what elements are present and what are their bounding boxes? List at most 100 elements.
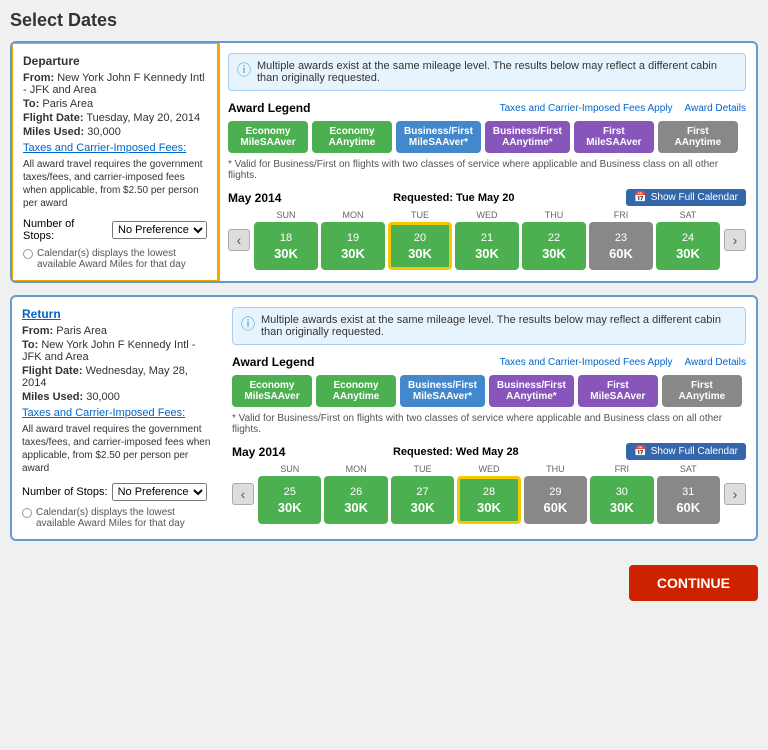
return-legend-economy-aanytime[interactable]: EconomyAAnytime	[316, 375, 396, 407]
calendar-icon: 📅	[634, 192, 646, 203]
footer: CONTINUE	[10, 553, 758, 605]
return-legend-first-aanytime[interactable]: FirstAAnytime	[662, 375, 742, 407]
day-col-fri-r: FRI 3030K	[590, 464, 653, 524]
day-col-sat: SAT 2430K	[656, 210, 720, 270]
legend-business-milesaaver[interactable]: Business/FirstMileSAAver*	[396, 121, 481, 153]
continue-button[interactable]: CONTINUE	[629, 565, 758, 601]
departure-next-button[interactable]: ›	[724, 229, 746, 251]
day-col-tue: TUE 2030K	[388, 210, 452, 270]
departure-miles: Miles Used: 30,000	[23, 126, 207, 138]
day-28-selected[interactable]: 2830K	[457, 476, 520, 524]
legend-first-aanytime[interactable]: FirstAAnytime	[658, 121, 738, 153]
departure-cal-requested: Requested: Tue May 20	[393, 192, 514, 204]
day-25[interactable]: 2530K	[258, 476, 321, 524]
return-fees-text: All award travel requires the government…	[22, 423, 212, 475]
page-title: Select Dates	[10, 10, 758, 31]
departure-fees-link[interactable]: Taxes and Carrier-Imposed Fees:	[23, 142, 207, 154]
day-18[interactable]: 1830K	[254, 222, 318, 270]
return-taxes-link[interactable]: Taxes and Carrier-Imposed Fees Apply	[500, 357, 673, 368]
return-legend-header: Award Legend Taxes and Carrier-Imposed F…	[232, 355, 746, 369]
departure-legend-header: Award Legend Taxes and Carrier-Imposed F…	[228, 101, 746, 115]
return-legend-boxes: EconomyMileSAAver EconomyAAnytime Busine…	[232, 375, 746, 407]
day-24[interactable]: 2430K	[656, 222, 720, 270]
taxes-link[interactable]: Taxes and Carrier-Imposed Fees Apply	[500, 103, 673, 114]
return-legend-title: Award Legend	[232, 355, 314, 369]
departure-calendar-header: May 2014 Requested: Tue May 20 📅 Show Fu…	[228, 189, 746, 206]
return-fees-link[interactable]: Taxes and Carrier-Imposed Fees:	[22, 407, 212, 419]
day-19[interactable]: 1930K	[321, 222, 385, 270]
return-show-full-button[interactable]: 📅 Show Full Calendar	[626, 443, 746, 460]
departure-calendar-grid: ‹ SUN 1830K MON 1930K TUE 2030K WED 2130…	[228, 210, 746, 270]
info-icon: ⓘ	[237, 60, 251, 84]
return-miles: Miles Used: 30,000	[22, 391, 212, 403]
day-26[interactable]: 2630K	[324, 476, 387, 524]
departure-flight-date: Flight Date: Tuesday, May 20, 2014	[23, 112, 207, 124]
day-27[interactable]: 2730K	[391, 476, 454, 524]
return-card: Return From: Paris Area To: New York Joh…	[10, 295, 758, 541]
departure-legend-title: Award Legend	[228, 101, 310, 115]
departure-prev-button[interactable]: ‹	[228, 229, 250, 251]
day-30[interactable]: 3030K	[590, 476, 653, 524]
departure-legend-links: Taxes and Carrier-Imposed Fees Apply Awa…	[500, 103, 746, 114]
day-col-fri: FRI 2360K	[589, 210, 653, 270]
day-col-wed-r: WED 2830K	[457, 464, 520, 524]
day-col-mon-r: MON 2630K	[324, 464, 387, 524]
departure-stops-select[interactable]: No Preference Nonstop 1 Stop	[112, 221, 207, 239]
day-col-mon: MON 1930K	[321, 210, 385, 270]
return-cal-requested: Requested: Wed May 28	[393, 446, 519, 458]
return-right-panel: ⓘ Multiple awards exist at the same mile…	[222, 297, 756, 539]
legend-economy-milesaaver[interactable]: EconomyMileSAAver	[228, 121, 308, 153]
day-22[interactable]: 2230K	[522, 222, 586, 270]
calendar-icon: 📅	[634, 446, 646, 457]
day-20-selected[interactable]: 2030K	[388, 222, 452, 270]
award-details-link[interactable]: Award Details	[684, 103, 746, 114]
day-col-wed: WED 2130K	[455, 210, 519, 270]
day-col-sat-r: SAT 3160K	[657, 464, 720, 524]
day-col-sun: SUN 1830K	[254, 210, 318, 270]
departure-left-panel: Departure From: New York John F Kennedy …	[10, 41, 220, 283]
return-legend-links: Taxes and Carrier-Imposed Fees Apply Awa…	[500, 357, 746, 368]
departure-cal-month: May 2014	[228, 191, 281, 205]
legend-business-aanytime[interactable]: Business/FirstAAnytime*	[485, 121, 570, 153]
departure-from: From: New York John F Kennedy Intl - JFK…	[23, 72, 207, 96]
departure-footnote: * Valid for Business/First on flights wi…	[228, 159, 746, 181]
return-stops-select[interactable]: No Preference Nonstop 1 Stop	[112, 483, 207, 501]
return-calendar-grid: ‹ SUN 2530K MON 2630K TUE 2730K WED 2830…	[232, 464, 746, 524]
return-to: To: New York John F Kennedy Intl - JFK a…	[22, 339, 212, 363]
return-next-button[interactable]: ›	[724, 483, 746, 505]
departure-stops-row: Number of Stops: No Preference Nonstop 1…	[23, 218, 207, 242]
departure-type: Departure	[23, 54, 207, 68]
info-icon: ⓘ	[241, 314, 255, 338]
day-col-thu: THU 2230K	[522, 210, 586, 270]
departure-legend-boxes: EconomyMileSAAver EconomyAAnytime Busine…	[228, 121, 746, 153]
radio-icon	[23, 249, 33, 259]
return-legend-business-aanytime[interactable]: Business/FirstAAnytime*	[489, 375, 574, 407]
departure-fees-text: All award travel requires the government…	[23, 158, 207, 210]
day-col-thu-r: THU 2960K	[524, 464, 587, 524]
departure-to: To: Paris Area	[23, 98, 207, 110]
return-calendar-note: Calendar(s) displays the lowest availabl…	[22, 507, 212, 529]
departure-show-full-button[interactable]: 📅 Show Full Calendar	[626, 189, 746, 206]
return-cal-month: May 2014	[232, 445, 285, 459]
return-legend-business-milesaaver[interactable]: Business/FirstMileSAAver*	[400, 375, 485, 407]
return-legend-economy-milesaaver[interactable]: EconomyMileSAAver	[232, 375, 312, 407]
day-col-sun-r: SUN 2530K	[258, 464, 321, 524]
return-award-details-link[interactable]: Award Details	[684, 357, 746, 368]
return-calendar-header: May 2014 Requested: Wed May 28 📅 Show Fu…	[232, 443, 746, 460]
day-21[interactable]: 2130K	[455, 222, 519, 270]
return-flight-date: Flight Date: Wednesday, May 28, 2014	[22, 365, 212, 389]
day-31[interactable]: 3160K	[657, 476, 720, 524]
radio-icon	[22, 508, 32, 518]
departure-calendar-note: Calendar(s) displays the lowest availabl…	[23, 248, 207, 270]
return-legend-first-milesaaver[interactable]: FirstMileSAAver	[578, 375, 658, 407]
return-days: SUN 2530K MON 2630K TUE 2730K WED 2830K …	[258, 464, 720, 524]
legend-economy-aanytime[interactable]: EconomyAAnytime	[312, 121, 392, 153]
return-prev-button[interactable]: ‹	[232, 483, 254, 505]
return-type[interactable]: Return	[22, 307, 212, 321]
departure-card: Departure From: New York John F Kennedy …	[10, 41, 758, 283]
return-left-panel: Return From: Paris Area To: New York Joh…	[12, 297, 222, 539]
legend-first-milesaaver[interactable]: FirstMileSAAver	[574, 121, 654, 153]
day-col-tue-r: TUE 2730K	[391, 464, 454, 524]
day-23[interactable]: 2360K	[589, 222, 653, 270]
day-29[interactable]: 2960K	[524, 476, 587, 524]
